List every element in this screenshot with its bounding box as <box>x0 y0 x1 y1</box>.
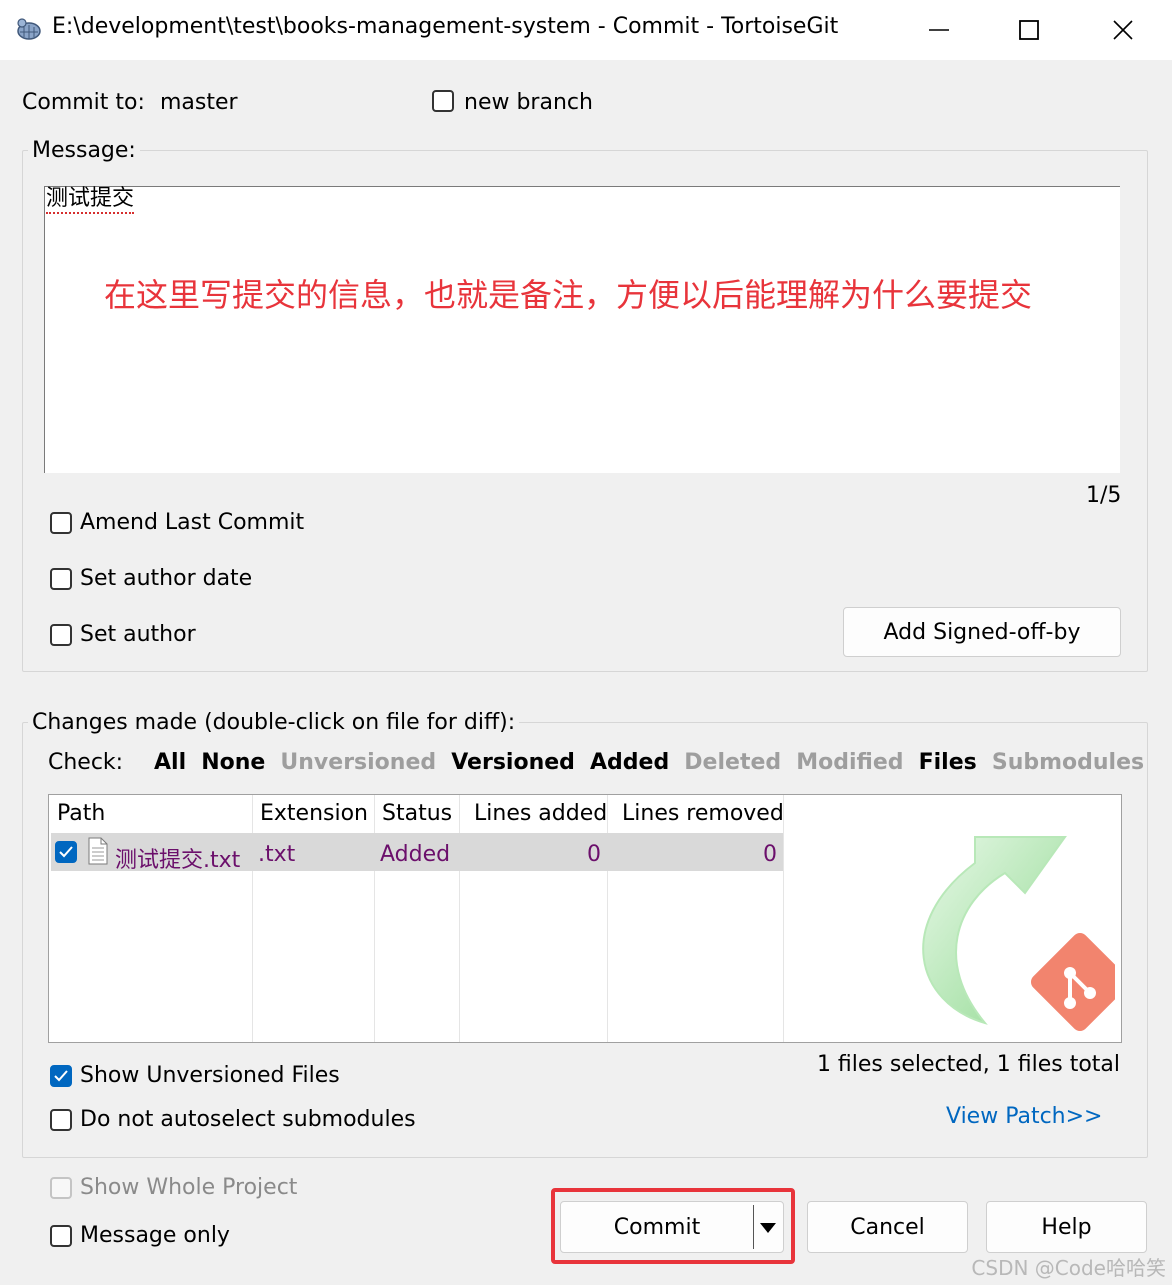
filter-versioned[interactable]: Versioned <box>451 750 575 775</box>
check-filter-bar: All None Unversioned Versioned Added Del… <box>154 750 1154 775</box>
amend-last-commit-label[interactable]: Amend Last Commit <box>80 510 304 535</box>
new-branch-label[interactable]: new branch <box>464 90 593 115</box>
commit-to-label: Commit to: <box>22 90 145 115</box>
check-icon <box>54 1070 68 1082</box>
message-textarea[interactable] <box>44 186 1120 473</box>
message-only-label[interactable]: Message only <box>80 1223 230 1248</box>
column-header-status[interactable]: Status <box>382 801 452 826</box>
text-file-icon <box>88 837 108 865</box>
column-header-lines-added[interactable]: Lines added <box>474 801 607 826</box>
changes-group-label: Changes made (double-click on file for d… <box>28 710 520 735</box>
check-label: Check: <box>48 750 124 775</box>
filter-submodules[interactable]: Submodules <box>992 750 1144 775</box>
show-whole-project-checkbox[interactable] <box>50 1177 72 1199</box>
add-signed-off-by-button[interactable]: Add Signed-off-by <box>843 607 1121 657</box>
show-unversioned-checkbox[interactable] <box>50 1065 72 1087</box>
watermark-text: CSDN @Code哈哈笑 <box>971 1256 1166 1280</box>
column-separator <box>783 795 784 1042</box>
filter-deleted[interactable]: Deleted <box>684 750 781 775</box>
file-extension: .txt <box>258 842 296 867</box>
maximize-icon <box>1019 20 1039 40</box>
close-icon <box>1113 20 1133 40</box>
cancel-button[interactable]: Cancel <box>807 1201 968 1253</box>
file-row-checkbox[interactable] <box>55 841 77 863</box>
new-branch-checkbox[interactable] <box>432 90 454 112</box>
set-author-date-label[interactable]: Set author date <box>80 566 252 591</box>
minimize-icon <box>929 29 949 31</box>
annotation-text: 在这里写提交的信息，也就是备注，方便以后能理解为什么要提交 <box>104 276 1033 314</box>
set-author-date-checkbox[interactable] <box>50 568 72 590</box>
changed-files-list[interactable]: Path Extension Status Lines added Lines … <box>48 794 1122 1043</box>
message-only-checkbox[interactable] <box>50 1225 72 1247</box>
set-author-checkbox[interactable] <box>50 624 72 646</box>
column-header-lines-removed[interactable]: Lines removed <box>622 801 784 826</box>
filter-added[interactable]: Added <box>590 750 669 775</box>
selection-summary: 1 files selected, 1 files total <box>816 1052 1120 1077</box>
amend-last-commit-checkbox[interactable] <box>50 512 72 534</box>
help-button[interactable]: Help <box>986 1201 1147 1253</box>
branch-name: master <box>160 90 238 115</box>
close-button[interactable] <box>1078 0 1168 60</box>
file-lines-added: 0 <box>587 842 601 867</box>
file-status: Added <box>380 842 451 867</box>
message-line-counter: 1/5 <box>1086 483 1122 508</box>
no-autoselect-submodules-label[interactable]: Do not autoselect submodules <box>80 1107 416 1132</box>
filter-none[interactable]: None <box>201 750 265 775</box>
filter-modified[interactable]: Modified <box>796 750 903 775</box>
maximize-button[interactable] <box>984 0 1074 60</box>
view-patch-link[interactable]: View Patch>> <box>946 1104 1103 1129</box>
no-autoselect-submodules-checkbox[interactable] <box>50 1109 72 1131</box>
filter-all[interactable]: All <box>154 750 186 775</box>
window-title: E:\development\test\books-management-sys… <box>52 14 839 39</box>
highlight-box <box>551 1188 795 1264</box>
check-icon <box>59 846 73 858</box>
show-unversioned-label[interactable]: Show Unversioned Files <box>80 1063 340 1088</box>
git-commit-arrow-logo <box>922 836 1115 1032</box>
message-text: 测试提交 <box>46 188 135 214</box>
column-header-path[interactable]: Path <box>57 801 105 826</box>
show-whole-project-label[interactable]: Show Whole Project <box>80 1175 297 1200</box>
file-path: 测试提交.txt <box>115 848 241 873</box>
filter-files[interactable]: Files <box>919 750 977 775</box>
set-author-label[interactable]: Set author <box>80 622 196 647</box>
column-header-extension[interactable]: Extension <box>260 801 368 826</box>
tortoisegit-icon <box>14 14 44 44</box>
minimize-button[interactable] <box>894 0 984 60</box>
file-lines-removed: 0 <box>763 842 777 867</box>
message-group-label: Message: <box>28 138 140 163</box>
filter-unversioned[interactable]: Unversioned <box>280 750 436 775</box>
